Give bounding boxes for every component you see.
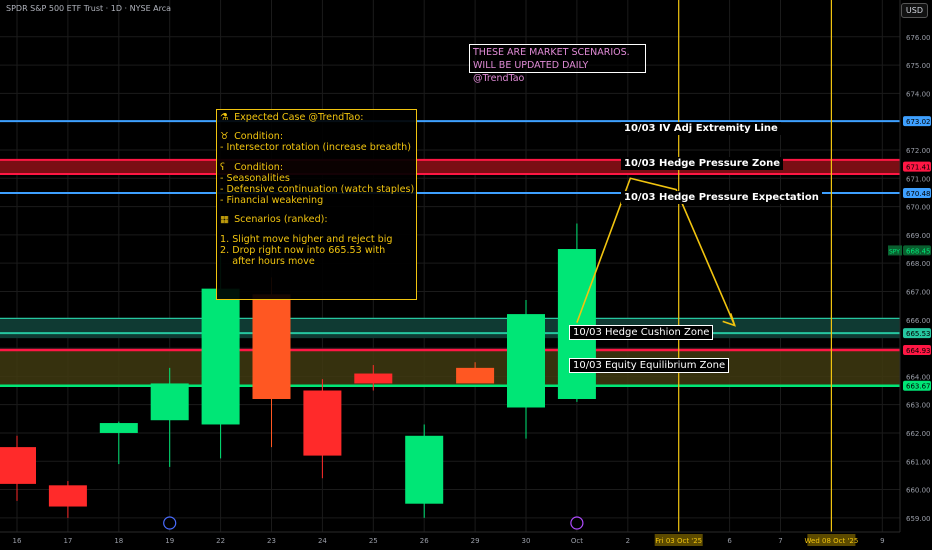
x-tick-label: 22 <box>216 537 225 545</box>
price-tag-label: 673.02 <box>906 118 931 126</box>
label-iv-extremity: 10/03 IV Adj Extremity Line <box>621 122 781 135</box>
test-tube-icon: ⚗ <box>220 112 229 123</box>
price-tag-label: 671.41 <box>906 164 931 172</box>
price-tag-label: 663.67 <box>906 383 931 391</box>
banner-line-1: THESE ARE MARKET SCENARIOS. <box>473 47 630 58</box>
chart-background <box>0 0 932 550</box>
scenario-banner: THESE ARE MARKET SCENARIOS. WILL BE UPDA… <box>469 44 646 84</box>
candle-body <box>252 294 291 399</box>
label-equity-equilibrium-zone: 10/03 Equity Equilibrium Zone <box>569 358 730 373</box>
y-tick-label: 661.00 <box>906 458 931 466</box>
candle-body <box>507 314 545 408</box>
chart-title: SPDR S&P 500 ETF Trust · 1D · NYSE Arca <box>6 4 172 13</box>
x-tick-label: 26 <box>420 537 429 545</box>
last-price-label: 668.45 <box>906 247 931 255</box>
x-tick-label: 18 <box>114 537 123 545</box>
bear-heading: Condition: <box>234 161 284 173</box>
y-tick-label: 663.00 <box>906 402 931 410</box>
event-icon <box>570 516 584 530</box>
bear-item: - Financial weakening <box>220 195 324 207</box>
x-tick-label: 2 <box>626 537 630 545</box>
x-tick-label: 23 <box>267 537 276 545</box>
candle-body <box>201 288 240 425</box>
symbol-tag-label: SPY <box>889 248 900 255</box>
y-tick-label: 667.00 <box>906 288 931 296</box>
bull-heading: Condition: <box>234 131 284 143</box>
candle-body <box>150 383 189 421</box>
y-tick-label: 674.00 <box>906 90 931 98</box>
candle-body <box>405 435 444 504</box>
x-tick-label: Wed 08 Oct '25 <box>805 537 859 545</box>
x-tick-label: 6 <box>727 537 732 545</box>
x-tick-label: 17 <box>63 537 72 545</box>
event-icon <box>163 516 177 530</box>
calendar-icon: ▦ <box>220 214 230 226</box>
price-tag-label: 664.93 <box>906 347 931 355</box>
scenario-item: 2. Drop right now into 665.53 with <box>220 244 386 256</box>
y-tick-label: 670.00 <box>906 204 931 212</box>
price-chart[interactable]: 659.00 660.00 661.00 662.00 663.00 664.00 665.… <box>0 0 932 550</box>
scenario-item: 1. Slight move higher and reject big <box>220 233 393 245</box>
bear-icon: ʕ <box>220 161 225 173</box>
candle-body <box>99 423 138 433</box>
label-hedge-cushion-zone: 10/03 Hedge Cushion Zone <box>569 325 714 340</box>
candle-body <box>0 447 36 484</box>
bear-item: - Seasonalities <box>220 172 290 184</box>
candle-body <box>354 373 393 384</box>
y-tick-label: 672.00 <box>906 147 931 155</box>
equilibrium-zone-fill <box>0 350 900 386</box>
price-tag-label: 665.53 <box>906 330 931 338</box>
x-tick-label: 29 <box>471 537 480 545</box>
candle-body <box>303 390 342 456</box>
x-tick-label: 19 <box>165 537 174 545</box>
y-tick-label: 659.00 <box>906 515 931 523</box>
x-tick-label: 25 <box>369 537 378 545</box>
y-tick-label: 669.00 <box>906 232 931 240</box>
x-tick-label: Fri 03 Oct '25 <box>655 537 702 545</box>
scenario-item: after hours move <box>220 256 315 268</box>
x-tick-label: 16 <box>13 537 22 545</box>
y-tick-label: 671.00 <box>906 175 931 183</box>
label-hedge-pressure-zone: 10/03 Hedge Pressure Zone <box>621 157 783 170</box>
bear-item: - Defensive continuation (watch staples) <box>220 184 415 196</box>
banner-line-2: WILL BE UPDATED DAILY @TrendTao <box>473 60 589 84</box>
candle-body <box>557 249 596 399</box>
candle-body <box>48 485 87 507</box>
x-tick-label: Oct <box>571 537 583 545</box>
y-tick-label: 668.00 <box>906 260 931 268</box>
candle-body <box>456 367 495 384</box>
bull-item: - Intersector rotation (increase breadth… <box>220 142 412 154</box>
y-tick-label: 676.00 <box>906 34 931 42</box>
x-tick-label: 24 <box>318 537 327 545</box>
y-tick-label: 666.00 <box>906 317 931 325</box>
x-tick-label: 9 <box>880 537 884 545</box>
label-hedge-pressure-expectation: 10/03 Hedge Pressure Expectation <box>621 191 822 204</box>
y-tick-label: 664.00 <box>906 373 931 381</box>
bull-icon: ♉ <box>220 131 229 143</box>
scenarios-heading: Scenarios (ranked): <box>234 214 328 226</box>
price-axis-bg <box>900 0 932 550</box>
x-tick-label: 7 <box>778 537 782 545</box>
time-axis-bg <box>0 532 932 550</box>
price-tag-label: 670.48 <box>906 190 931 198</box>
y-tick-label: 660.00 <box>906 487 931 495</box>
box-title: Expected Case @TrendTao: <box>234 112 364 123</box>
hedge-cushion-zone-fill <box>0 318 900 339</box>
y-tick-label: 662.00 <box>906 430 931 438</box>
expected-case-box: ⚗ Expected Case @TrendTao: ♉ Condition: … <box>216 109 417 300</box>
y-tick-label: 675.00 <box>906 62 931 70</box>
currency-button[interactable]: USD <box>900 3 928 18</box>
x-tick-label: 30 <box>522 537 531 545</box>
